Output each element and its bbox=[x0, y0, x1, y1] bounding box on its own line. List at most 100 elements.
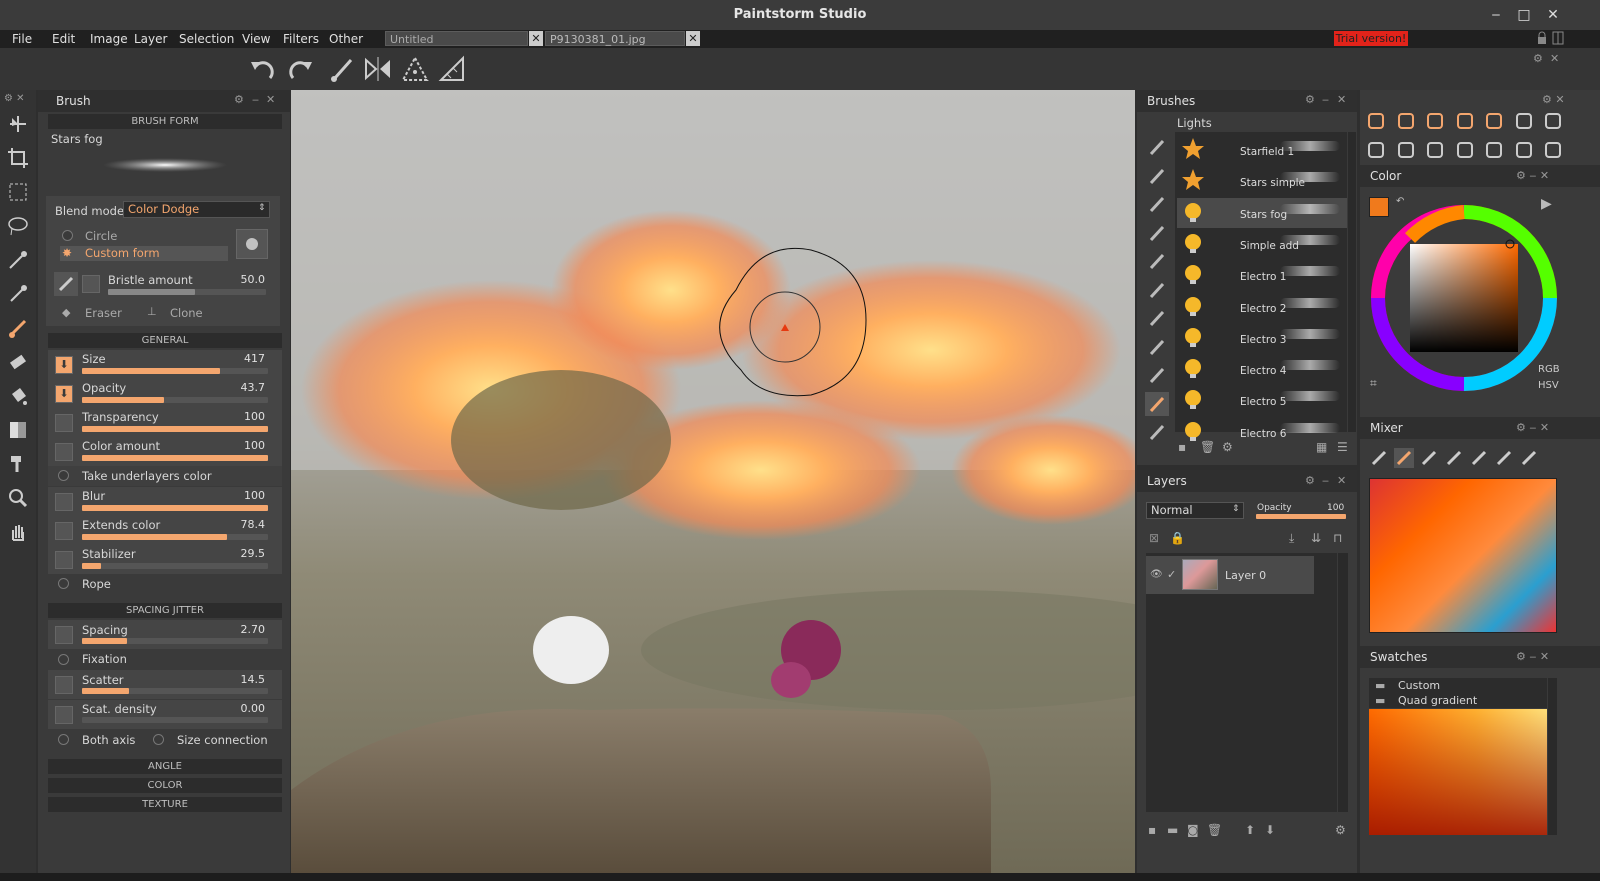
section-angle[interactable]: ANGLE bbox=[48, 759, 282, 774]
close-button[interactable]: ✕ bbox=[1544, 6, 1562, 24]
brush-panel-minimize-icon[interactable]: ‒ bbox=[252, 93, 259, 106]
quad-gradient-swatches[interactable] bbox=[1369, 709, 1547, 835]
notes-icon[interactable] bbox=[1455, 140, 1475, 160]
menu-file[interactable]: File bbox=[12, 30, 32, 48]
blur-slider[interactable] bbox=[82, 505, 268, 511]
lock-icon[interactable] bbox=[1536, 31, 1548, 45]
extends-color-slider[interactable] bbox=[82, 534, 268, 540]
mixer-eraser-icon[interactable] bbox=[1469, 448, 1489, 468]
hand-tool-icon[interactable] bbox=[1425, 111, 1445, 131]
opacity-checkbox[interactable]: ⬇ bbox=[55, 385, 73, 403]
menu-filters[interactable]: Filters bbox=[283, 30, 319, 48]
bristle-slider[interactable] bbox=[108, 289, 266, 295]
layer-lock-icon[interactable]: 🔒 bbox=[1170, 531, 1185, 545]
eraser-label[interactable]: Eraser bbox=[85, 306, 122, 320]
lightning-icon[interactable] bbox=[1543, 140, 1563, 160]
hammer-icon[interactable] bbox=[1366, 140, 1386, 160]
smudge-icon[interactable] bbox=[6, 452, 30, 476]
brush-category-watercolor-icon[interactable] bbox=[1145, 278, 1169, 302]
opacity-slider[interactable] bbox=[82, 397, 268, 403]
shape-icon[interactable] bbox=[1484, 111, 1504, 131]
section-general[interactable]: GENERAL bbox=[48, 333, 282, 348]
merge-down-icon[interactable]: ⤓ bbox=[1289, 531, 1294, 546]
layer-name[interactable]: Layer 0 bbox=[1225, 569, 1266, 582]
grid-icon[interactable] bbox=[1425, 140, 1445, 160]
delete-brush-icon[interactable]: 🗑 bbox=[1200, 440, 1215, 454]
brush-category-airbrush-icon[interactable] bbox=[1145, 192, 1169, 216]
tab-untitled[interactable]: Untitled bbox=[385, 31, 528, 46]
eraser-mode-icon[interactable]: ◆ bbox=[62, 306, 70, 319]
swatch-scrollbar[interactable] bbox=[1548, 678, 1557, 835]
shape-circle-radio[interactable] bbox=[62, 230, 73, 241]
layer-blend-select[interactable]: Normal bbox=[1146, 502, 1244, 519]
layer-opacity-slider[interactable] bbox=[1256, 514, 1346, 519]
mixer-color-grid-icon[interactable] bbox=[1519, 448, 1539, 468]
brush-category-lights-icon[interactable] bbox=[1145, 391, 1169, 416]
mixer-eyedropper-icon[interactable] bbox=[1494, 448, 1514, 468]
layers-minimize-icon[interactable]: ‒ bbox=[1322, 474, 1329, 487]
list-view-icon[interactable]: ☰ bbox=[1337, 440, 1348, 454]
lasso-icon[interactable] bbox=[6, 214, 30, 238]
eyedropper-icon[interactable] bbox=[6, 282, 30, 306]
color-panel-controls-icon[interactable]: ⚙ ‒ ✕ bbox=[1516, 169, 1549, 182]
fill-bucket-icon[interactable] bbox=[6, 384, 30, 408]
stabilizer-checkbox[interactable] bbox=[55, 551, 73, 569]
star-outline-icon[interactable] bbox=[1514, 140, 1534, 160]
symmetry-icon[interactable] bbox=[400, 54, 430, 84]
spacing-slider[interactable] bbox=[82, 638, 268, 644]
mixer-brush-icon[interactable] bbox=[1369, 448, 1389, 468]
brush-settings-gear-icon[interactable]: ⚙ bbox=[1222, 440, 1233, 454]
color-picker-frame-icon[interactable]: ⌗ bbox=[1370, 376, 1377, 391]
swatches-panel-controls-icon[interactable]: ⚙ ‒ ✕ bbox=[1516, 650, 1549, 663]
fixation-radio[interactable] bbox=[58, 654, 69, 665]
transparency-checkbox[interactable] bbox=[55, 414, 73, 432]
tab-photo[interactable]: P9130381_01.jpg bbox=[545, 31, 685, 46]
rgb-mode[interactable]: RGB bbox=[1538, 364, 1560, 375]
move-layer-up-icon[interactable]: ⬆ bbox=[1245, 823, 1255, 837]
tab-untitled-close-icon[interactable]: ✕ bbox=[529, 31, 543, 46]
layer-clip-icon[interactable]: ⊓ bbox=[1333, 531, 1342, 545]
delete-layer-icon[interactable]: 🗑 bbox=[1207, 823, 1222, 837]
brushes-gear-icon[interactable]: ⚙ bbox=[1305, 93, 1315, 106]
brush-category-ink-icon[interactable] bbox=[1145, 249, 1169, 273]
menu-view[interactable]: View bbox=[242, 30, 270, 48]
merge-visible-icon[interactable]: ⇊ bbox=[1311, 531, 1321, 545]
eraser-icon[interactable] bbox=[6, 350, 30, 374]
scissors-icon[interactable] bbox=[1366, 111, 1386, 131]
layers-gear-icon[interactable]: ⚙ bbox=[1305, 474, 1315, 487]
grid-view-icon[interactable]: ▦ bbox=[1316, 440, 1327, 454]
brush-panel-close-icon[interactable]: ✕ bbox=[266, 93, 275, 106]
brush-category-pencil-icon[interactable] bbox=[1145, 221, 1169, 245]
gradient-icon[interactable] bbox=[6, 418, 30, 442]
move-tool-icon[interactable] bbox=[6, 112, 30, 136]
layer-list-scrollbar[interactable] bbox=[1338, 553, 1348, 812]
brush-category-pen-icon[interactable] bbox=[1145, 135, 1169, 159]
brushes-minimize-icon[interactable]: ‒ bbox=[1322, 93, 1329, 106]
minimize-button[interactable]: ‒ bbox=[1487, 6, 1505, 24]
color-amount-slider[interactable] bbox=[82, 455, 268, 461]
section-spacing-jitter[interactable]: SPACING JITTER bbox=[48, 603, 282, 618]
scatter-slider[interactable] bbox=[82, 688, 268, 694]
trial-badge[interactable]: Trial version! bbox=[1334, 31, 1408, 46]
ruler-icon[interactable] bbox=[437, 54, 467, 84]
new-brush-icon[interactable]: ▪ bbox=[1178, 440, 1186, 454]
toolbar-settings-gear-icon[interactable]: ⚙ bbox=[1533, 52, 1545, 65]
layers-close-icon[interactable]: ✕ bbox=[1337, 474, 1346, 487]
rect-select-icon[interactable] bbox=[6, 180, 30, 204]
brush-tool-icon[interactable] bbox=[327, 54, 357, 84]
layers-icon[interactable] bbox=[1455, 111, 1475, 131]
layer-visibility-eye-icon[interactable]: 👁 bbox=[1150, 569, 1163, 580]
undo-icon[interactable] bbox=[248, 54, 278, 84]
mixer-canvas[interactable] bbox=[1369, 478, 1557, 633]
stabilizer-slider[interactable] bbox=[82, 563, 268, 569]
brush-list-scrollbar[interactable] bbox=[1348, 132, 1356, 432]
new-layer-icon[interactable]: ▪ bbox=[1148, 823, 1156, 837]
blur-checkbox[interactable] bbox=[55, 493, 73, 511]
both-axis-radio[interactable] bbox=[58, 734, 69, 745]
crop-tool-icon[interactable] bbox=[6, 146, 30, 170]
layer-mask-icon[interactable]: ◙ bbox=[1187, 823, 1199, 837]
toolbar-close-icon[interactable]: ✕ bbox=[1550, 52, 1562, 65]
transparency-slider[interactable] bbox=[82, 426, 268, 432]
section-texture[interactable]: TEXTURE bbox=[48, 797, 282, 812]
tools-settings-gear-icon[interactable]: ⚙ ✕ bbox=[4, 93, 25, 104]
